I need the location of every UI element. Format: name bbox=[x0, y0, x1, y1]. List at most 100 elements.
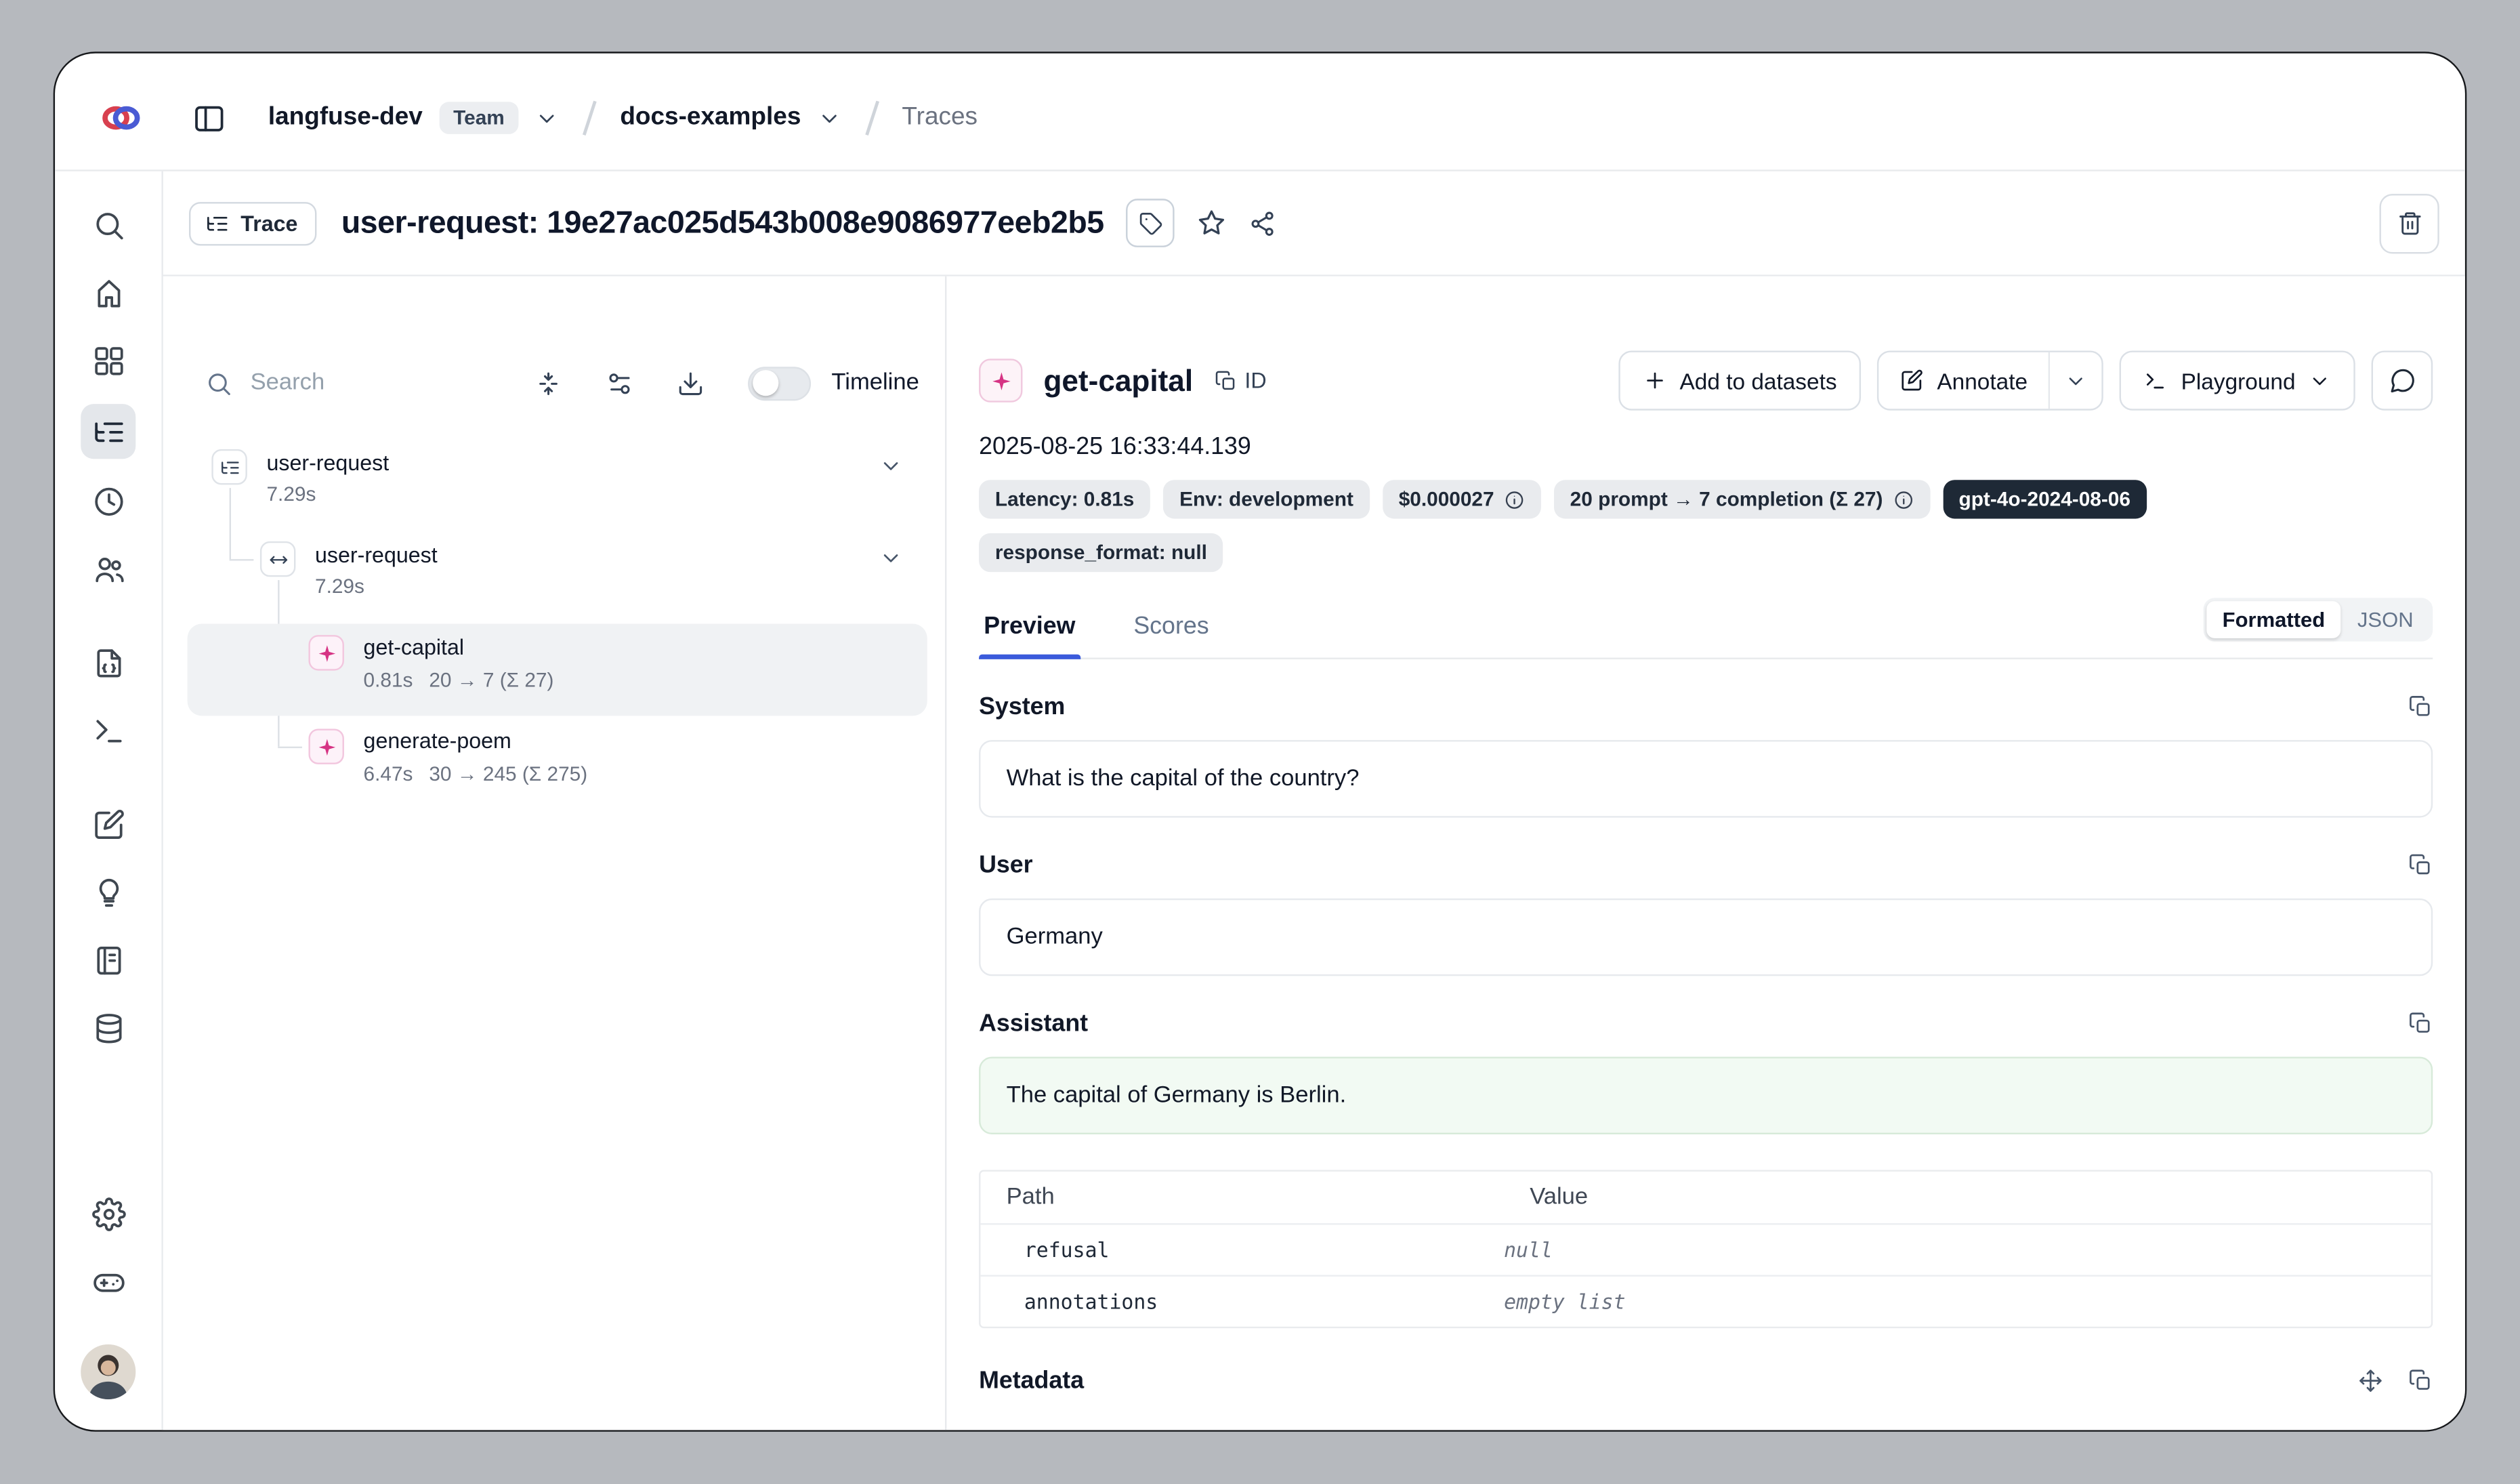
copy-icon bbox=[2408, 1369, 2433, 1393]
move-icon bbox=[2359, 1369, 2383, 1393]
dashboard-grid-icon[interactable] bbox=[91, 344, 125, 378]
cost-label: $0.000027 bbox=[1399, 488, 1494, 510]
pencil-square-icon bbox=[1900, 369, 1925, 393]
badge-row: Latency: 0.81s Env: development $0.00002… bbox=[979, 480, 2433, 518]
search-input[interactable] bbox=[251, 370, 428, 396]
tree-connector bbox=[230, 488, 231, 559]
settings-gear-icon[interactable] bbox=[91, 1197, 125, 1231]
format-json-option[interactable]: JSON bbox=[2341, 601, 2429, 638]
system-section-header: System bbox=[979, 693, 2433, 721]
tab-preview[interactable]: Preview bbox=[979, 613, 1080, 658]
latency-badge: Latency: 0.81s bbox=[979, 480, 1150, 518]
prompts-file-icon[interactable] bbox=[91, 646, 125, 680]
info-icon bbox=[1893, 489, 1914, 510]
copy-icon bbox=[2408, 695, 2433, 719]
star-icon bbox=[1198, 209, 1227, 238]
chevron-down-icon bbox=[2309, 369, 2331, 392]
expand-metadata-button[interactable] bbox=[2359, 1369, 2383, 1393]
experiments-notebook-icon[interactable] bbox=[91, 944, 125, 978]
copy-system-button[interactable] bbox=[2408, 695, 2433, 719]
copy-user-button[interactable] bbox=[2408, 853, 2433, 878]
chevron-down-icon[interactable] bbox=[817, 106, 841, 130]
annotation-pen-icon[interactable] bbox=[91, 808, 125, 842]
copy-id-button[interactable]: ID bbox=[1214, 369, 1266, 393]
breadcrumb-section[interactable]: docs-examples bbox=[620, 104, 801, 133]
add-to-datasets-button[interactable]: Add to datasets bbox=[1618, 350, 1861, 410]
stage: langfuse-dev Team docs-examples Traces bbox=[0, 0, 2520, 1484]
tag-button[interactable] bbox=[1127, 199, 1175, 247]
breadcrumb-page[interactable]: Traces bbox=[902, 104, 978, 133]
env-badge: Env: development bbox=[1163, 480, 1369, 518]
download-icon[interactable] bbox=[677, 369, 705, 397]
toggle-knob bbox=[753, 370, 778, 396]
tree-settings-icon[interactable] bbox=[606, 369, 633, 397]
trace-header: Trace user-request: 19e27ac025d543b008e9… bbox=[163, 171, 2465, 276]
list-tree-icon bbox=[205, 211, 230, 235]
user-message-box: Germany bbox=[979, 899, 2433, 976]
chevron-down-icon[interactable] bbox=[535, 106, 560, 130]
search-icon[interactable] bbox=[91, 209, 125, 243]
tree-node-tokens: 20 → 7 (Σ 27) bbox=[429, 669, 553, 691]
format-formatted-option[interactable]: Formatted bbox=[2206, 601, 2341, 638]
timeline-toggle[interactable] bbox=[747, 366, 810, 400]
info-icon bbox=[1504, 489, 1525, 510]
metadata-section-header: Metadata bbox=[979, 1367, 2433, 1395]
share-icon bbox=[1249, 209, 1277, 237]
copy-icon bbox=[1214, 369, 1236, 392]
annotate-dropdown-button[interactable] bbox=[2049, 352, 2102, 409]
assistant-message-box: The capital of Germany is Berlin. bbox=[979, 1057, 2433, 1134]
tokens-badge[interactable]: 20 prompt → 7 completion (Σ 27) bbox=[1554, 480, 1930, 518]
users-icon[interactable] bbox=[91, 553, 125, 587]
path-cell: annotations bbox=[980, 1277, 1504, 1327]
sidebar-toggle-icon[interactable] bbox=[192, 101, 226, 135]
trace-badge-label: Trace bbox=[240, 211, 297, 235]
value-cell: empty list bbox=[1504, 1277, 1625, 1327]
trash-icon bbox=[2397, 210, 2422, 236]
playground-terminal-icon[interactable] bbox=[91, 714, 125, 748]
assistant-section-title: Assistant bbox=[979, 1010, 1088, 1037]
nav-rail bbox=[55, 171, 163, 1430]
table-header-row: Path Value bbox=[980, 1172, 2431, 1223]
plus-icon bbox=[1643, 369, 1667, 393]
annotate-button[interactable]: Annotate bbox=[1879, 352, 2049, 409]
trace-title: user-request: 19e27ac025d543b008e9086977… bbox=[341, 205, 1104, 242]
copy-metadata-button[interactable] bbox=[2408, 1369, 2433, 1393]
collapse-node-icon[interactable] bbox=[879, 454, 903, 478]
langfuse-logo-icon bbox=[100, 97, 142, 139]
tree-node-label[interactable]: generate-poem bbox=[364, 728, 511, 753]
share-button[interactable] bbox=[1249, 209, 1277, 237]
span-node-icon bbox=[260, 541, 295, 577]
add-to-datasets-label: Add to datasets bbox=[1680, 367, 1837, 393]
model-badge[interactable]: gpt-4o-2024-08-06 bbox=[1943, 480, 2147, 518]
tree-node-duration: 0.81s bbox=[364, 669, 413, 691]
cost-badge[interactable]: $0.000027 bbox=[1383, 480, 1541, 518]
datasets-database-icon[interactable] bbox=[91, 1012, 125, 1046]
support-gamepad-icon[interactable] bbox=[91, 1265, 125, 1299]
evals-lightbulb-icon[interactable] bbox=[91, 875, 125, 909]
delete-trace-button[interactable] bbox=[2380, 193, 2439, 253]
breadcrumb-project[interactable]: langfuse-dev bbox=[268, 104, 423, 133]
tracing-nav-active[interactable] bbox=[81, 404, 135, 459]
badge-row-2: response_format: null bbox=[979, 533, 2433, 572]
trace-tree-panel: Timeline user- bbox=[163, 276, 947, 1430]
tree-node-label[interactable]: user-request bbox=[266, 451, 389, 475]
tab-scores[interactable]: Scores bbox=[1129, 613, 1214, 658]
playground-button[interactable]: Playground bbox=[2120, 350, 2355, 410]
tree-node-label[interactable]: get-capital bbox=[364, 635, 465, 659]
collapse-node-icon[interactable] bbox=[879, 546, 903, 571]
home-icon[interactable] bbox=[91, 276, 125, 310]
tree-node-label[interactable]: user-request bbox=[315, 543, 438, 567]
star-button[interactable] bbox=[1198, 209, 1227, 238]
comment-button[interactable] bbox=[2372, 350, 2433, 410]
app-window: langfuse-dev Team docs-examples Traces bbox=[54, 51, 2467, 1431]
top-bar: langfuse-dev Team docs-examples Traces bbox=[55, 54, 2465, 171]
user-section-title: User bbox=[979, 852, 1033, 880]
user-avatar[interactable] bbox=[81, 1344, 135, 1399]
copy-assistant-button[interactable] bbox=[2408, 1012, 2433, 1036]
collapse-tree-icon[interactable] bbox=[534, 369, 562, 397]
value-cell: null bbox=[1504, 1225, 1553, 1275]
breadcrumb-separator bbox=[865, 101, 879, 136]
observation-title: get-capital bbox=[1043, 363, 1193, 398]
sessions-clock-icon[interactable] bbox=[91, 485, 125, 518]
column-header-path: Path bbox=[980, 1172, 1504, 1223]
